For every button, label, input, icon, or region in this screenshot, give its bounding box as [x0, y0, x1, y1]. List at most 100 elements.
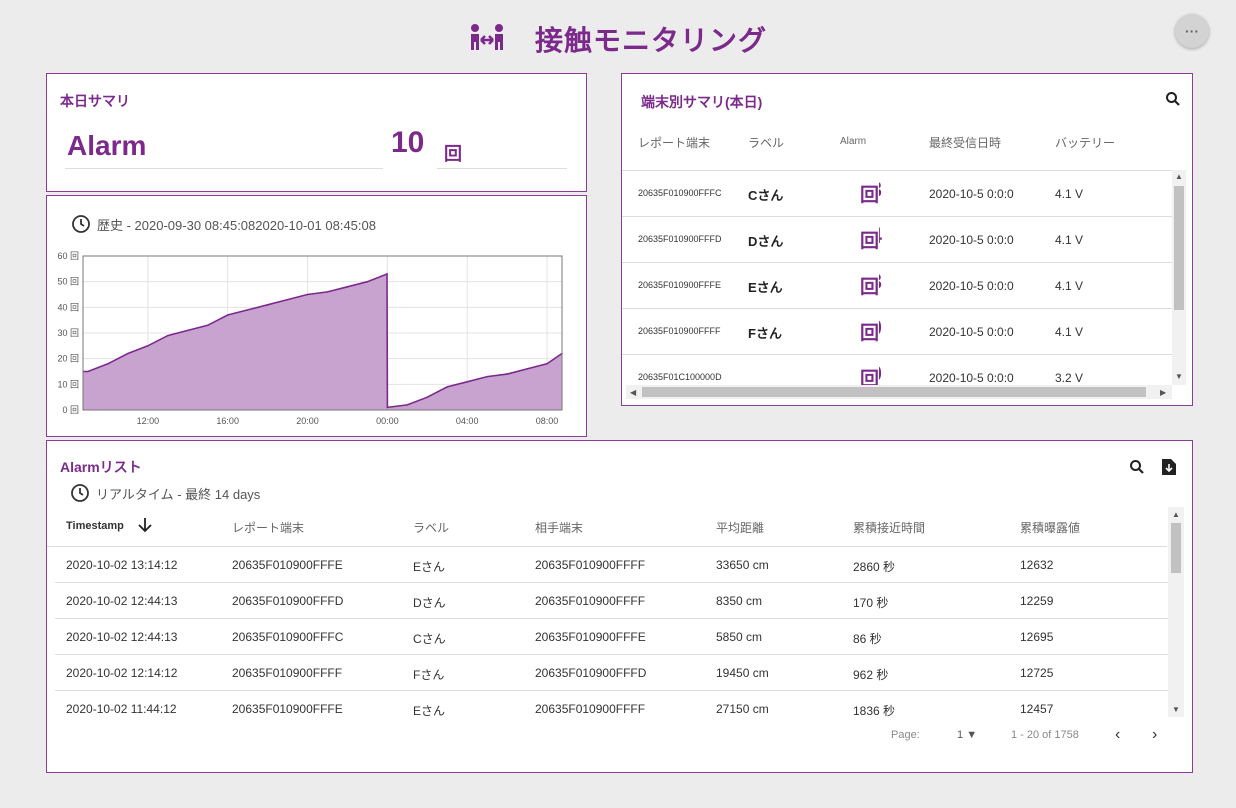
cell-peer: 20635F010900FFFE [535, 630, 646, 644]
next-page-icon[interactable]: › [1152, 726, 1157, 744]
col-header[interactable]: ラベル [413, 519, 449, 536]
table-row[interactable]: 2020-10-02 11:44:12 20635F010900FFFE Eさん… [55, 691, 1168, 717]
table-row[interactable]: 2020-10-02 12:14:12 20635F010900FFFF Fさん… [55, 655, 1168, 691]
summary-label: Alarm [67, 130, 147, 161]
device-summary-title: 端末別サマリ(本日) [641, 94, 763, 110]
scrollbar-thumb[interactable] [1171, 523, 1181, 573]
history-area-chart: 0 回 10 回 20 回 30 回 40 回 50 回 60 回 12:00 16:00 20:… [57, 251, 563, 426]
col-header[interactable]: Alarm [840, 136, 866, 147]
y-tick-label: 30 回 [57, 328, 79, 338]
horizontal-scrollbar[interactable]: ◀ ▶ [626, 385, 1172, 399]
cell-timestamp: 2020-10-02 12:44:13 [66, 630, 178, 644]
vertical-scrollbar[interactable]: ▲ ▼ [1168, 507, 1184, 717]
search-icon[interactable] [1165, 91, 1181, 112]
scroll-down-icon[interactable]: ▼ [1172, 705, 1180, 714]
data-point [526, 368, 528, 370]
alarm-unit: 回 [860, 272, 880, 299]
cell-distance: 8350 cm [716, 594, 763, 608]
col-header[interactable]: 平均距離 [716, 519, 764, 536]
scroll-up-icon[interactable]: ▲ [1172, 510, 1180, 519]
cell-timestamp: 2020-10-02 12:44:13 [66, 594, 178, 608]
export-file-icon[interactable] [1161, 458, 1177, 481]
data-point [87, 370, 89, 373]
col-header[interactable]: 最終受信日時 [929, 134, 1001, 151]
cell-distance: 27150 cm [716, 702, 769, 716]
scroll-up-icon[interactable]: ▲ [1175, 172, 1183, 181]
page-select[interactable]: 1 ▼ [957, 729, 977, 741]
data-point [406, 404, 409, 406]
page-select-value: 1 [957, 729, 964, 741]
col-header[interactable]: レポート端末 [638, 134, 710, 151]
device-id: 20635F01C100000D [638, 372, 722, 382]
col-header[interactable]: 累積接近時間 [853, 519, 925, 536]
device-table-body: 20635F010900FFFC Cさん 3 回 2020-10-5 0:0:0… [622, 170, 1172, 385]
device-label: Eさん [748, 280, 783, 295]
cell-timestamp: 2020-10-02 11:44:12 [66, 702, 177, 716]
cell-timestamp: 2020-10-02 12:14:12 [66, 666, 178, 680]
alarm-subtitle-text: リアルタイム - 最終 14 days [96, 486, 261, 502]
alarm-list-panel: Alarmリスト リアルタイム - 最終 14 days Timestamp レ… [46, 440, 1193, 773]
data-point [386, 406, 389, 409]
last-received: 2020-10-5 0:0:0 [929, 233, 1014, 247]
data-point [246, 309, 249, 311]
alarm-unit: 回 [860, 180, 880, 207]
alarm-unit: 回 [860, 318, 880, 345]
today-summary-panel: 本日サマリ Alarm 10 回 [46, 73, 587, 192]
last-received: 2020-10-5 0:0:0 [929, 279, 1014, 293]
data-point [266, 303, 269, 306]
page-range: 1 - 20 of 1758 [1011, 729, 1079, 741]
search-icon[interactable] [1129, 459, 1145, 480]
cell-peer: 20635F010900FFFF [535, 702, 646, 716]
sort-down-icon[interactable] [137, 516, 153, 537]
col-header[interactable]: 累積曝露値 [1020, 519, 1080, 536]
cell-distance: 19450 cm [716, 666, 769, 680]
table-row[interactable]: 20635F010900FFFF Fさん 0 回 2020-10-5 0:0:0… [622, 309, 1172, 355]
cell-label: Eさん [413, 704, 446, 717]
table-row[interactable]: 2020-10-02 13:14:12 20635F010900FFFE Eさん… [55, 547, 1168, 583]
scroll-down-icon[interactable]: ▼ [1175, 372, 1183, 381]
col-header[interactable]: バッテリー [1055, 134, 1115, 151]
cell-reporter: 20635F010900FFFE [232, 558, 343, 572]
page-title: 接触モニタリング [534, 25, 767, 56]
table-row[interactable]: 2020-10-02 12:44:13 20635F010900FFFD Dさん… [55, 583, 1168, 619]
scrollbar-thumb[interactable] [1174, 186, 1184, 310]
table-row[interactable]: 2020-10-02 12:44:13 20635F010900FFFC Cさん… [55, 619, 1168, 655]
cell-label: Fさん [413, 668, 445, 682]
table-row[interactable]: 20635F010900FFFC Cさん 3 回 2020-10-5 0:0:0… [622, 171, 1172, 217]
data-point [386, 273, 388, 275]
col-header[interactable]: レポート端末 [232, 519, 304, 536]
vertical-scrollbar[interactable]: ▲ ▼ [1172, 170, 1186, 385]
data-point [326, 291, 329, 293]
data-point [446, 386, 449, 388]
col-header-timestamp[interactable]: Timestamp [66, 520, 124, 532]
y-tick-label: 10 回 [57, 379, 79, 389]
scroll-right-icon[interactable]: ▶ [1160, 388, 1166, 397]
clock-icon [71, 484, 89, 502]
history-header: 歴史 - 2020-09-30 08:45:082020-10-01 08:45… [71, 214, 376, 234]
more-menu-button[interactable]: ··· [1175, 14, 1209, 48]
table-row[interactable]: 20635F01C100000D 0 回 2020-10-5 0:0:0 3.2… [622, 355, 1172, 385]
y-tick-label: 50 回 [57, 277, 79, 287]
col-header[interactable]: ラベル [748, 134, 784, 151]
clock-icon [72, 215, 90, 233]
cell-peer: 20635F010900FFFF [535, 558, 646, 572]
col-header[interactable]: 相手端末 [535, 519, 583, 536]
data-point [286, 298, 289, 301]
scrollbar-thumb[interactable] [642, 387, 1146, 397]
prev-page-icon[interactable]: ‹ [1115, 726, 1120, 744]
alarm-unit: 回 [860, 226, 880, 253]
table-row[interactable]: 20635F010900FFFE Eさん 3 回 2020-10-5 0:0:0… [622, 263, 1172, 309]
scroll-left-icon[interactable]: ◀ [630, 388, 636, 397]
data-point [127, 352, 129, 355]
device-id: 20635F010900FFFE [638, 280, 722, 290]
x-tick-label: 16:00 [216, 416, 239, 426]
device-summary-panel: 端末別サマリ(本日) レポート端末 ラベル Alarm 最終受信日時 バッテリー… [621, 73, 1193, 406]
alarm-list-title: Alarmリスト [60, 459, 142, 475]
people-contact-icon [469, 22, 505, 57]
data-point [306, 293, 309, 296]
cell-exposure: 12725 [1020, 666, 1054, 680]
cell-duration: 1836 秒 [853, 704, 896, 717]
battery: 4.1 V [1055, 325, 1084, 339]
table-row[interactable]: 20635F010900FFFD Dさん 4 回 2020-10-5 0:0:0… [622, 217, 1172, 263]
y-tick-label: 40 回 [57, 302, 79, 312]
